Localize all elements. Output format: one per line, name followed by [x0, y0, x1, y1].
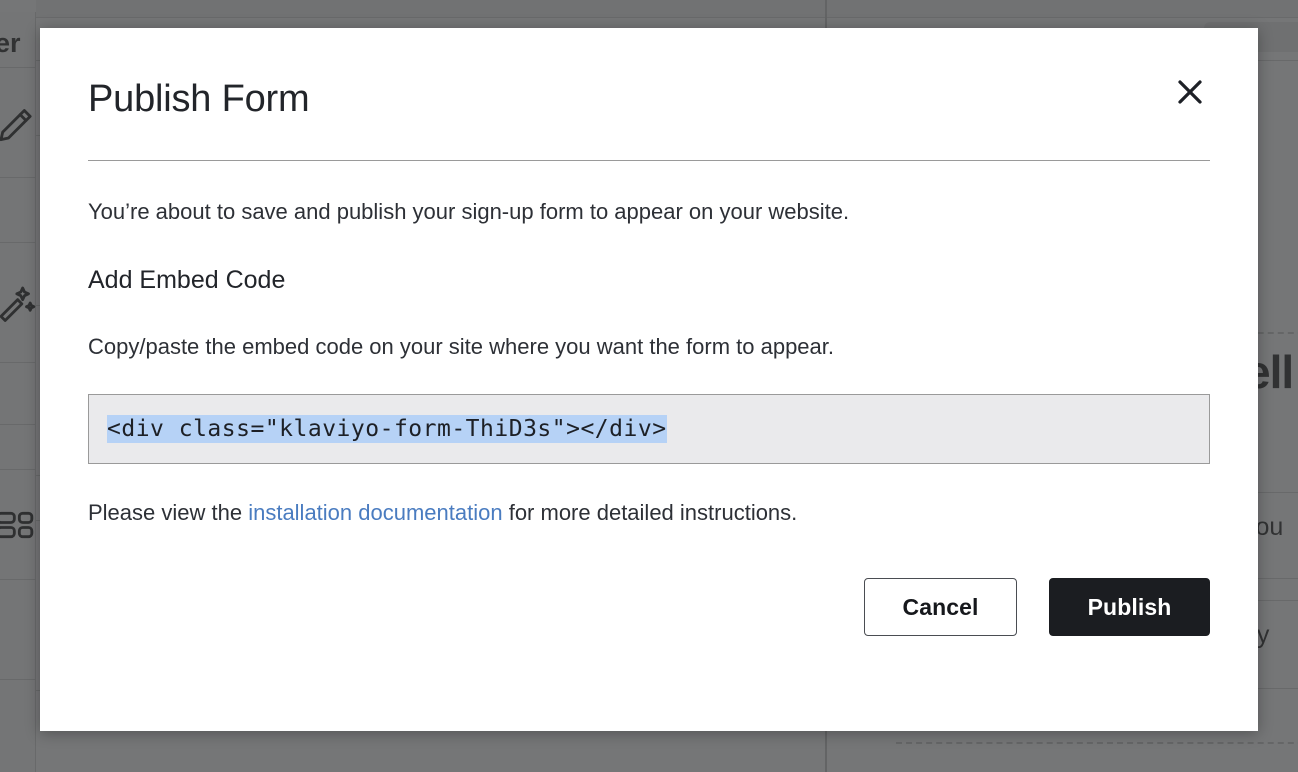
- close-button[interactable]: [1170, 72, 1210, 112]
- screen: ver er ell you ay Publish Form You’re ab…: [0, 0, 1298, 772]
- intro-text: You’re about to save and publish your si…: [88, 199, 850, 224]
- publish-form-modal: Publish Form You’re about to save and pu…: [40, 28, 1258, 731]
- page-title: Publish Form: [88, 78, 310, 120]
- section-heading-embed-code: Add Embed Code: [88, 265, 286, 294]
- footer-note-before: Please view the: [88, 500, 249, 526]
- footer-note: Please view the installation documentati…: [88, 498, 1210, 528]
- installation-documentation-link[interactable]: installation documentation: [248, 500, 502, 525]
- close-icon: [1175, 77, 1205, 107]
- publish-button[interactable]: Publish: [1049, 578, 1210, 637]
- footer-note-after: for more detailed instructions.: [502, 500, 798, 526]
- embed-code-text[interactable]: <div class="klaviyo-form-ThiD3s"></div>: [107, 415, 667, 444]
- modal-actions: Cancel Publish: [88, 578, 1210, 637]
- modal-header: Publish Form: [88, 28, 1210, 160]
- section-description: Copy/paste the embed code on your site w…: [88, 333, 835, 359]
- embed-code-box[interactable]: <div class="klaviyo-form-ThiD3s"></div>: [88, 394, 1210, 465]
- cancel-button[interactable]: Cancel: [864, 578, 1017, 637]
- header-divider: [88, 160, 1210, 161]
